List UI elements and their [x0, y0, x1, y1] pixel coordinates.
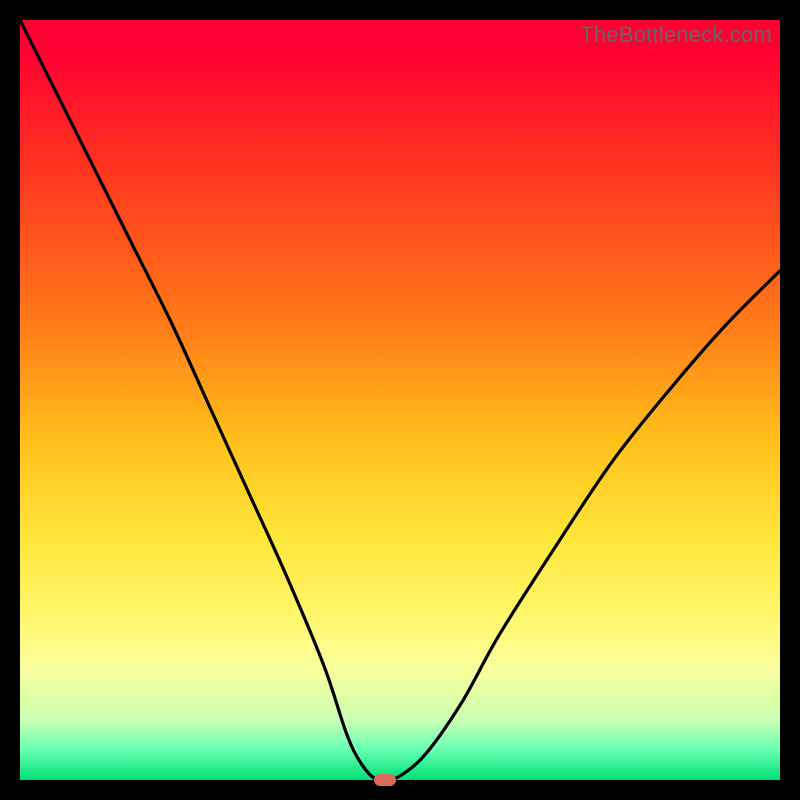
chart-frame: TheBottleneck.com	[0, 0, 800, 800]
plot-area: TheBottleneck.com	[20, 20, 780, 780]
min-marker	[374, 774, 396, 786]
bottleneck-curve	[20, 20, 780, 780]
